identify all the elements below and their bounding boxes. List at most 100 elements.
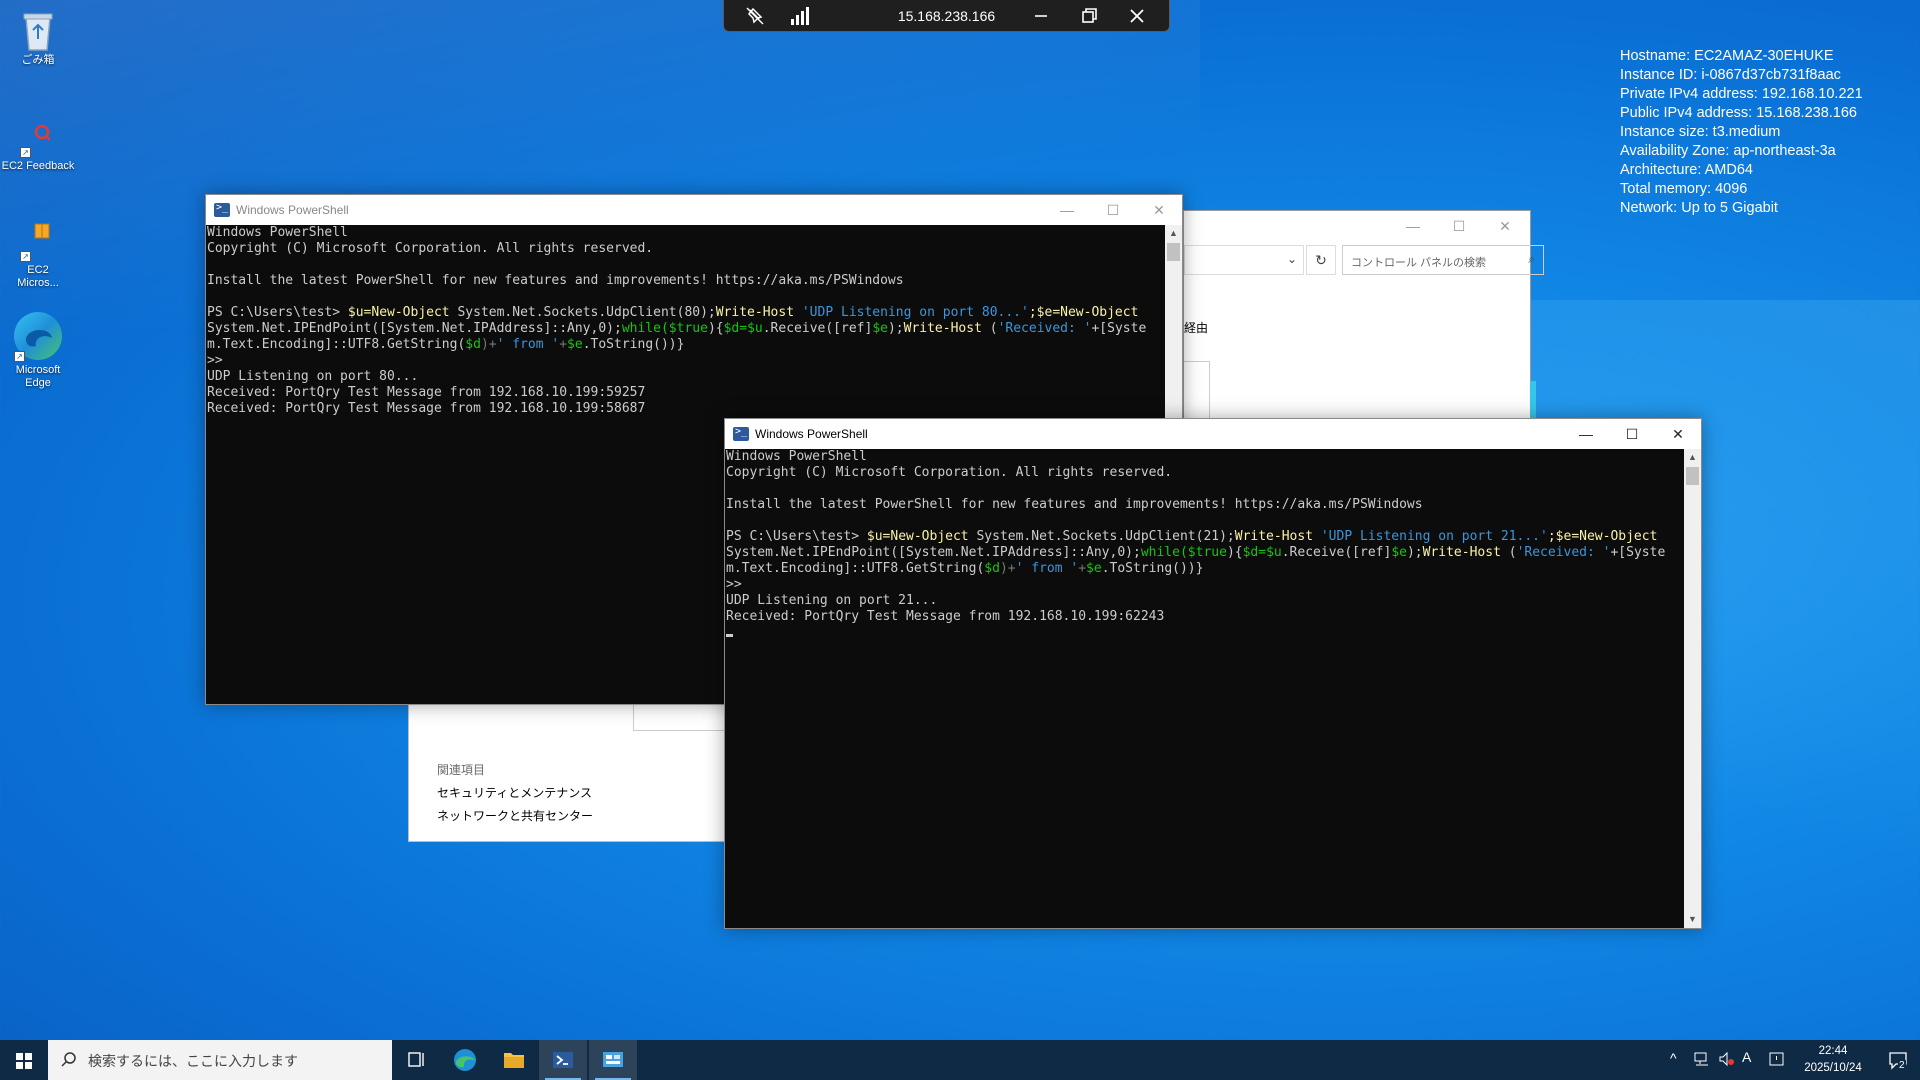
ime-indicator[interactable]: A [1742,1049,1751,1065]
chevron-up-icon[interactable]: ^ [1670,1050,1677,1066]
restore-icon[interactable] [1078,5,1100,27]
panel-box [1184,361,1210,421]
cmd-token: Write-Host [1422,545,1501,560]
recycle-bin-icon [18,8,58,52]
cmd-token: $true [668,321,708,336]
cmd-token: Write-Host [903,321,982,336]
close-icon[interactable] [1126,5,1148,27]
network-icon[interactable] [1693,1050,1711,1071]
link-security-maintenance[interactable]: セキュリティとメンテナンス [437,784,592,801]
control-panel-lower: 関連項目 セキュリティとメンテナンス ネットワークと共有センター [408,700,729,842]
desktop-icon-ec2-microsoft[interactable]: ↗ EC2 Micros... [0,222,76,290]
desktop-icon-microsoft-edge[interactable]: ↗ Microsoft Edge [0,310,76,390]
package-icon: ↗ [18,222,58,262]
shortcut-arrow-icon: ↗ [20,147,31,158]
notification-center-button[interactable]: 2 [1876,1040,1920,1080]
close-icon[interactable]: ✕ [1655,419,1701,449]
cmd-token: m.Text.Encoding]::UTF8.GetString( [207,337,466,352]
taskbar-edge[interactable] [441,1040,489,1080]
taskbar-powershell[interactable] [539,1040,587,1080]
window-title: Windows PowerShell [755,427,868,441]
cmd-token: )+ [480,337,497,352]
desktop-icon-label: EC2 Feedback [1,160,75,172]
window-titlebar[interactable]: Windows PowerShell — ☐ ✕ [206,195,1182,225]
rdp-connection-bar: 15.168.238.166 [723,0,1170,32]
cmd-token: + [559,337,568,352]
cmd-token: + [1078,561,1087,576]
maximize-icon[interactable]: ☐ [1090,195,1136,225]
cmd-token: System.Net.IPEndPoint([System.Net.IPAddr… [726,545,1141,560]
minimize-icon[interactable]: — [1390,211,1436,241]
window-title: Windows PowerShell [236,203,349,217]
console-output[interactable]: Windows PowerShell Copyright (C) Microso… [725,449,1684,928]
cmd-token: ( [981,321,998,336]
minimize-icon[interactable]: — [1563,419,1609,449]
control-panel-search[interactable]: コントロール パネルの検索 ⌕ [1342,245,1544,275]
cmd-token: Write-Host [715,305,795,320]
console-line: Received: PortQry Test Message from 192.… [207,385,646,400]
start-button[interactable] [0,1040,48,1080]
scroll-up-icon[interactable]: ▲ [1684,449,1701,466]
task-view-button[interactable] [392,1040,440,1080]
scroll-thumb[interactable] [1686,467,1699,485]
cmd-token: while( [621,321,669,336]
cmd-token: ); [887,321,904,336]
continuation-prompt: >> [207,353,223,368]
cmd-token: .Receive([ref] [1281,545,1392,560]
bginfo-line: Instance size: t3.medium [1620,124,1781,140]
console-line: UDP Listening on port 21... [726,593,938,608]
maximize-icon[interactable]: ☐ [1609,419,1655,449]
scroll-up-icon[interactable]: ▲ [1165,225,1182,242]
scroll-down-icon[interactable]: ▼ [1684,911,1701,928]
clock-date: 2025/10/24 [1804,1062,1862,1074]
vertical-scrollbar[interactable]: ▲ ▼ [1684,449,1701,928]
cmd-token: $d=$u [1242,545,1282,560]
cmd-token: ){ [707,321,724,336]
bginfo-line: Hostname: EC2AMAZ-30EHUKE [1620,48,1834,64]
taskbar-file-explorer[interactable] [490,1040,538,1080]
minimize-icon[interactable]: — [1044,195,1090,225]
desktop-icon-recycle-bin[interactable]: ごみ箱 [0,8,76,67]
console-line: Windows PowerShell [726,449,867,464]
close-icon[interactable]: ✕ [1136,195,1182,225]
desktop-icon-ec2-feedback[interactable]: ↗ EC2 Feedback [0,122,76,173]
control-panel-icon [603,1052,623,1067]
cmd-token: System.Net.Sockets.UdpClient(21); [968,529,1235,544]
cmd-token: $d [465,337,481,352]
cmd-token: $u=New-Object [347,305,450,320]
text-cursor [726,634,733,637]
close-icon[interactable]: ✕ [1482,211,1528,241]
prompt: PS C:\Users\test> [726,529,867,544]
scroll-thumb[interactable] [1167,243,1180,261]
window-titlebar[interactable]: Windows PowerShell — ☐ ✕ [725,419,1701,449]
taskbar-search-box[interactable]: 検索するには、ここに入力します [48,1040,392,1080]
taskbar-control-panel[interactable] [589,1040,637,1080]
prompt: PS C:\Users\test> [207,305,348,320]
control-panel-title-buttons: — ☐ ✕ [1390,211,1530,241]
address-bar[interactable]: ⌄ [1184,245,1304,275]
taskbar-clock[interactable]: 22:44 2025/10/24 [1798,1043,1868,1077]
partial-text: 経由 [1184,321,1209,335]
search-icon: ⌕ [1528,252,1535,266]
cmd-token: ' from ' [1015,561,1079,576]
bginfo-line: Total memory: 4096 [1620,181,1748,197]
folder-icon [504,1053,524,1068]
cmd-token: )+ [999,561,1016,576]
action-icon[interactable] [1768,1050,1786,1071]
console-line: Copyright (C) Microsoft Corporation. All… [207,241,654,256]
control-panel-window[interactable]: — ☐ ✕ ⌄ ↻ コントロール パネルの検索 ⌕ 経由 [1183,210,1544,421]
edge-highlight [1530,381,1536,421]
minimize-icon[interactable] [1030,5,1052,27]
maximize-icon[interactable]: ☐ [1436,211,1482,241]
chevron-down-icon[interactable]: ⌄ [1287,252,1297,266]
volume-muted-icon[interactable] [1718,1050,1736,1071]
bginfo-line: Private IPv4 address: 192.168.10.221 [1620,86,1863,102]
cmd-token: +[Syste [1610,545,1666,560]
link-network-sharing-center[interactable]: ネットワークと共有センター [437,807,593,824]
console-line: Received: PortQry Test Message from 192.… [726,609,1165,624]
cmd-token: $true [1187,545,1227,560]
powershell-window-port-21[interactable]: Windows PowerShell — ☐ ✕ Windows PowerSh… [724,418,1702,929]
refresh-icon[interactable]: ↻ [1306,245,1336,275]
console-line: Received: PortQry Test Message from 192.… [207,401,646,416]
console-line: UDP Listening on port 80... [207,369,419,384]
